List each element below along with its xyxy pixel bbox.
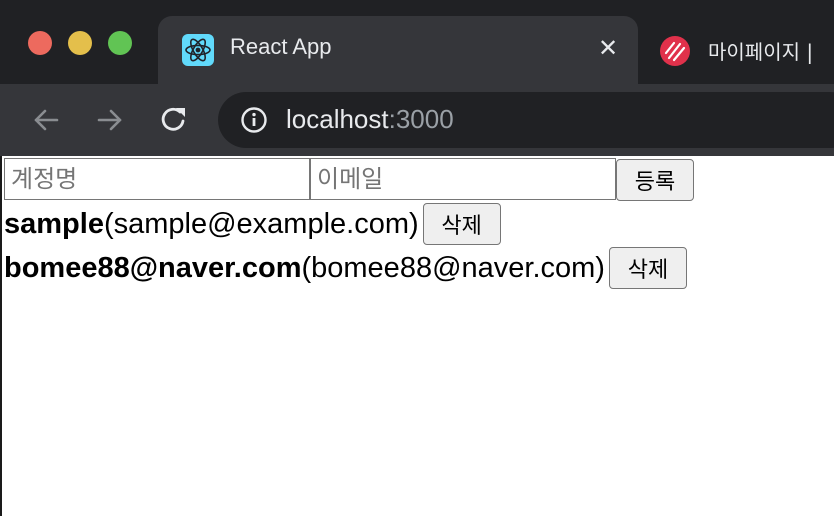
tab-bar: React App ✕ 마이페이지 | bbox=[0, 0, 834, 84]
close-tab-icon[interactable]: ✕ bbox=[594, 34, 622, 62]
url-port: :3000 bbox=[388, 104, 454, 134]
tab-title: React App bbox=[230, 34, 332, 59]
tab-react-app[interactable]: React App ✕ bbox=[158, 16, 638, 84]
address-bar[interactable]: localhost:3000 bbox=[218, 92, 834, 148]
url-host: localhost bbox=[286, 104, 389, 134]
user-row: sample (sample@example.com) 삭제 bbox=[4, 202, 501, 246]
page-content: 등록 sample(sample@example.com)삭제 bomee88@… bbox=[0, 156, 834, 516]
user-email: (sample@example.com) bbox=[103, 207, 419, 240]
tab-mypage[interactable]: 마이페이지 | bbox=[638, 16, 834, 84]
account-name-input[interactable] bbox=[4, 158, 310, 200]
register-button[interactable]: 등록 bbox=[616, 159, 694, 201]
tab-title: 마이페이지 | bbox=[708, 40, 814, 64]
brand-logo-icon bbox=[660, 36, 690, 66]
back-arrow-icon[interactable] bbox=[28, 102, 64, 138]
user-username: sample bbox=[4, 207, 104, 240]
delete-button[interactable]: 삭제 bbox=[608, 247, 687, 289]
forward-arrow-icon[interactable] bbox=[92, 102, 128, 138]
user-row: bomee88@naver.com (bomee88@naver.com) 삭제 bbox=[4, 246, 687, 290]
minimize-window-button[interactable] bbox=[68, 31, 92, 55]
email-input[interactable] bbox=[310, 158, 616, 200]
reload-icon[interactable] bbox=[156, 102, 192, 138]
maximize-window-button[interactable] bbox=[108, 31, 132, 55]
user-username: bomee88@naver.com bbox=[4, 251, 302, 284]
react-logo-icon bbox=[182, 34, 214, 66]
info-icon[interactable] bbox=[240, 106, 268, 134]
browser-window: React App ✕ 마이페이지 | localhost:3000 계정명 이… bbox=[0, 0, 834, 516]
user-email: (bomee88@naver.com) bbox=[301, 251, 605, 284]
browser-toolbar: localhost:3000 bbox=[0, 84, 834, 156]
close-window-button[interactable] bbox=[28, 31, 52, 55]
url-text: localhost:3000 bbox=[286, 104, 454, 135]
delete-button[interactable]: 삭제 bbox=[422, 203, 501, 245]
